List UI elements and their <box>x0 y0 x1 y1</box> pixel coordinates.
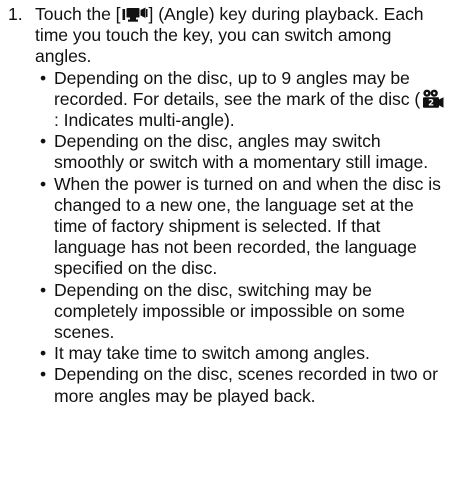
note-item: • Depending on the disc, scenes recorded … <box>35 364 451 406</box>
note-item: • Depending on the disc, angles may switc… <box>35 131 451 173</box>
step-body: Touch the [] (Angle) key during playback… <box>35 4 451 407</box>
multi-angle-mark-icon: 2 <box>422 89 444 109</box>
bullet: • <box>40 343 47 364</box>
note-text: It may take time to switch among angles. <box>54 343 370 364</box>
note-item: • Depending on the disc, switching may be… <box>35 280 451 344</box>
svg-text:2: 2 <box>428 98 434 108</box>
step-1: 1. Touch the [] (Angle) key during playb… <box>6 4 451 407</box>
note-text: Depending on the disc, scenes recorded i… <box>54 364 438 406</box>
note-text: Depending on the disc, angles may switch… <box>54 131 429 173</box>
step-text-before-icon: Touch the [ <box>35 4 121 24</box>
bullet: • <box>40 131 47 152</box>
note-item: • When the power is turned on and when th… <box>35 174 451 280</box>
step-number: 1. <box>8 4 23 24</box>
note-text-after-icon: : Indicates multi-angle). <box>54 110 235 131</box>
bullet: • <box>40 279 47 300</box>
bullet: • <box>40 67 47 88</box>
bullet: • <box>40 173 47 194</box>
note-text: Depending on the disc, switching may be … <box>54 279 405 343</box>
note-item: • It may take time to switch among angles… <box>35 343 451 364</box>
note-item: • Depending on the disc, up to 9 angles m… <box>35 68 451 132</box>
note-text: When the power is turned on and when the… <box>54 173 441 279</box>
notes-list: • Depending on the disc, up to 9 angles m… <box>35 68 451 407</box>
step-instruction: Touch the [] (Angle) key during playback… <box>35 4 451 68</box>
angle-key-icon <box>122 6 148 23</box>
instruction-page: 1. Touch the [] (Angle) key during playb… <box>0 0 459 504</box>
bullet: • <box>40 364 47 385</box>
note-text-before-icon: Depending on the disc, up to 9 angles ma… <box>54 67 421 109</box>
